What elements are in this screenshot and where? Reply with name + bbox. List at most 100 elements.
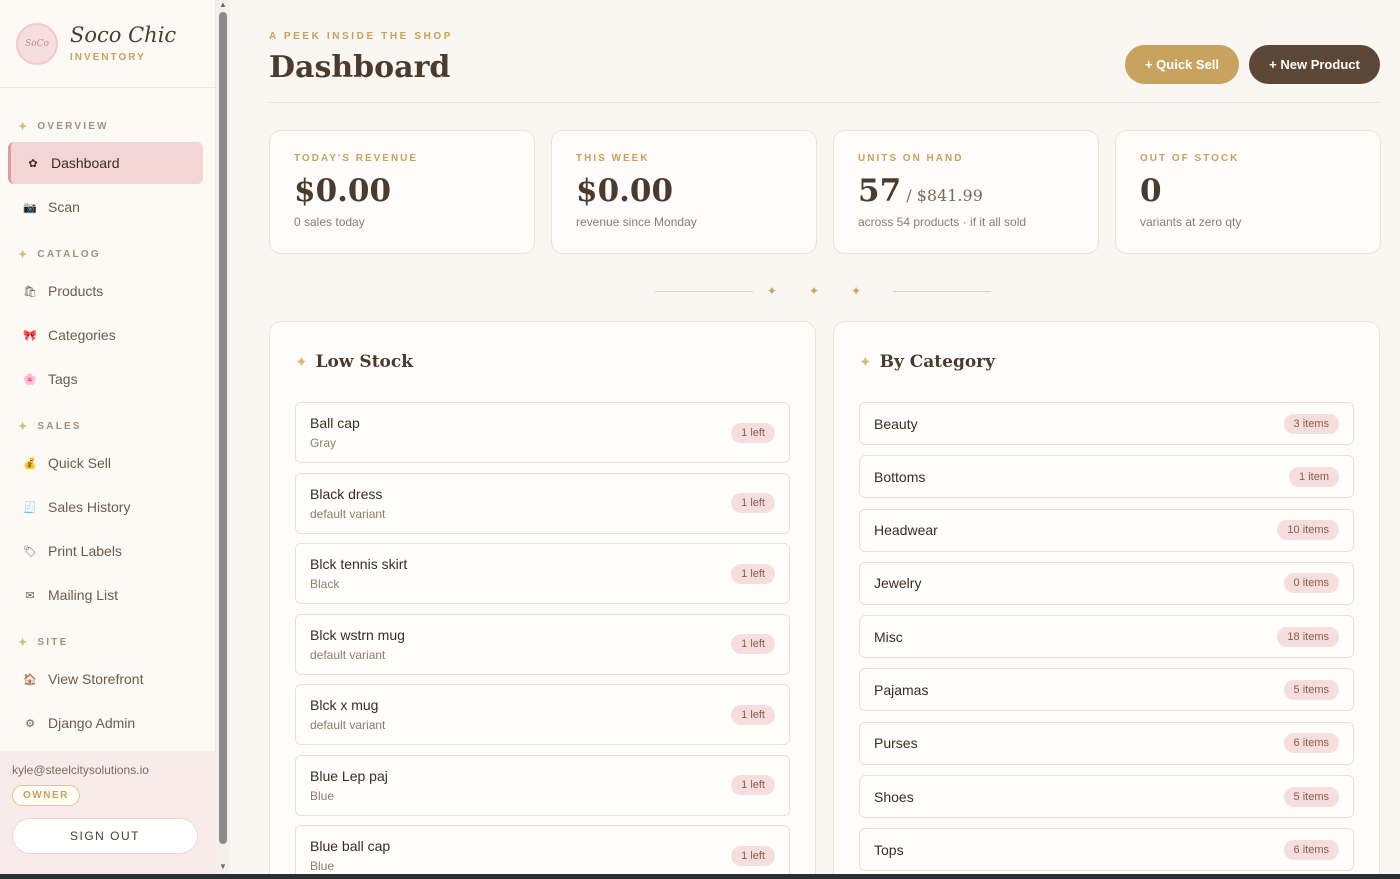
stat-value-extra: / $841.99	[901, 186, 983, 205]
stat-value: $0.00	[576, 176, 792, 207]
qty-badge: 1 left	[731, 422, 775, 443]
variant-name: Black	[310, 577, 340, 591]
stat-card: UNITS ON HAND 57 / $841.99 across 54 produ…	[833, 130, 1099, 254]
products-icon: 🛍	[23, 285, 37, 298]
list-item[interactable]: Blck tennis skirt Black 1 left	[295, 543, 790, 604]
new-product-button[interactable]: + New Product	[1249, 45, 1380, 84]
sidebar-item-label: Print Labels	[48, 543, 122, 559]
nav-section-title: SALES	[37, 420, 82, 432]
category-name: Beauty	[874, 415, 918, 432]
variant-name: Blue	[310, 859, 335, 873]
nav-gap	[0, 230, 215, 244]
sidebar-item-dashboard[interactable]: ✿ Dashboard	[8, 142, 203, 184]
nav-gap	[0, 402, 215, 416]
variant-name: Gray	[310, 436, 337, 450]
sidebar-item-tags[interactable]: 🌸 Tags	[8, 358, 203, 400]
list-item[interactable]: Blue Lep paj Blue 1 left	[295, 754, 790, 816]
sparkle-icon: ✦	[18, 420, 30, 433]
stat-card: OUT OF STOCK 0 variants at zero qty	[1115, 130, 1381, 254]
sidebar-item-print-labels[interactable]: 🏷 Print Labels	[8, 530, 203, 572]
count-badge: 6 items	[1283, 839, 1339, 860]
list-item[interactable]: Purses 6 items	[859, 721, 1354, 765]
count-badge: 5 items	[1283, 679, 1339, 700]
category-name: Headwear	[874, 522, 938, 539]
product-name: Blck tennis skirt	[310, 556, 408, 572]
product-name: Blck x mug	[310, 697, 379, 713]
qty-badge: 1 left	[731, 493, 775, 513]
count-badge: 6 items	[1283, 733, 1339, 754]
sidebar-item-categories[interactable]: 🎀 Categories	[8, 314, 203, 356]
count-badge: 0 items	[1283, 573, 1339, 594]
stat-subtext: 0 sales today	[294, 215, 365, 229]
envelope-icon: ✉	[25, 589, 35, 602]
stat-label: TODAY'S REVENUE	[294, 153, 419, 164]
sidebar-item-label: Tags	[48, 371, 78, 387]
list-item[interactable]: Jewelry 0 items	[859, 561, 1354, 605]
list-item[interactable]: Ball cap Gray 1 left	[295, 402, 790, 463]
sidebar-item-label: Sales History	[48, 499, 131, 515]
stat-value: $0.00	[294, 176, 510, 207]
sidebar-item-label: View Storefront	[48, 671, 144, 687]
sidebar-item-view-storefront[interactable]: 🏠 View Storefront	[8, 658, 203, 700]
scroll-up-arrow-icon[interactable]: ▲	[218, 0, 228, 9]
list-item[interactable]: Tops 6 items	[859, 828, 1354, 872]
qty-badge: 1 left	[731, 845, 775, 866]
variant-name: Blue	[310, 788, 335, 803]
sidebar-item-scan[interactable]: 📷 Scan	[8, 186, 203, 228]
list-item[interactable]: Beauty 3 items	[859, 402, 1354, 445]
list-item[interactable]: Headwear 10 items	[859, 508, 1354, 552]
list-item[interactable]: Bottoms 1 item	[859, 455, 1354, 499]
user-panel: kyle@steelcitysolutions.io OWNER SIGN OU…	[0, 751, 216, 879]
money-bag-icon: 💰	[23, 457, 37, 470]
ornament-divider: ✦✦✦	[655, 284, 991, 298]
sidebar-item-django-admin[interactable]: ⚙ Django Admin	[8, 702, 203, 744]
list-item[interactable]: Blck x mug default variant 1 left	[295, 684, 790, 745]
list-item[interactable]: Pajamas 5 items	[859, 668, 1354, 712]
sidebar-item-products[interactable]: 🛍 Products	[8, 270, 203, 312]
sparkle-icon: ✦✦✦	[766, 284, 894, 298]
sidebar-item-label: Mailing List	[48, 587, 119, 603]
stat-label: UNITS ON HAND	[858, 153, 964, 164]
stat-subtext: variants at zero qty	[1140, 215, 1242, 229]
sidebar-item-sales-history[interactable]: 🧾 Sales History	[8, 486, 203, 528]
category-list: Beauty 3 items Bottoms 1 item Headwear 10 ite…	[859, 402, 1354, 872]
list-item[interactable]: Blck wstrn mug default variant 1 left	[295, 613, 790, 675]
scroll-down-arrow-icon[interactable]: ▼	[218, 862, 228, 871]
category-name: Purses	[874, 735, 918, 752]
sparkle-icon: ✦	[18, 120, 30, 133]
category-name: Tops	[874, 841, 904, 858]
sidebar-item-mailing-list[interactable]: ✉ Mailing List	[8, 574, 203, 616]
brand[interactable]: SoCo Soco Chic INVENTORY	[0, 0, 215, 88]
low-stock-list: Ball cap Gray 1 left Black dress default var…	[295, 402, 790, 879]
divider-line	[893, 290, 991, 292]
sidebar-item-quick-sell[interactable]: 💰 Quick Sell	[8, 442, 203, 484]
list-item[interactable]: Black dress default variant 1 left	[295, 472, 790, 534]
quick-sell-button[interactable]: + Quick Sell	[1125, 45, 1239, 84]
list-item[interactable]: Shoes 5 items	[859, 775, 1354, 819]
stat-card: THIS WEEK $0.00 revenue since Monday	[551, 130, 817, 254]
label-icon: 🏷	[23, 545, 37, 558]
by-category-panel: ✦ By Category Beauty 3 items Bottoms 1 item…	[833, 321, 1380, 879]
list-item[interactable]: Misc 18 items	[859, 615, 1354, 659]
sidebar-scrollbar[interactable]: ▲ ▼	[216, 0, 230, 879]
category-name: Pajamas	[874, 681, 929, 698]
panel-title: ✦ Low Stock	[295, 322, 790, 402]
nav-section-title: CATALOG	[37, 248, 101, 260]
count-badge: 18 items	[1277, 626, 1339, 647]
sidebar-item-label: Scan	[48, 199, 80, 215]
sparkle-icon: ✦	[18, 636, 30, 649]
sidebar-item-label: Django Admin	[48, 715, 136, 731]
sidebar-item-label: Categories	[48, 327, 116, 343]
stats-row: TODAY'S REVENUE $0.00 0 sales today THIS WE…	[269, 130, 1381, 254]
brand-subtitle: INVENTORY	[70, 51, 146, 63]
sidebar-item-label: Dashboard	[51, 155, 120, 171]
nav-section-title: SITE	[37, 636, 69, 648]
scroll-thumb[interactable]	[219, 12, 227, 844]
sign-out-button[interactable]: SIGN OUT	[12, 818, 198, 854]
sparkle-icon: ✦	[859, 353, 872, 371]
list-item[interactable]: Blue ball cap Blue 1 left	[295, 825, 790, 879]
low-stock-panel: ✦ Low Stock Ball cap Gray 1 left Black dres…	[269, 321, 816, 879]
ribbon-icon: 🎀	[23, 329, 37, 342]
sidebar: SoCo Soco Chic INVENTORY ✦ OVERVIEW ✿ Dashb…	[0, 0, 216, 879]
receipt-icon: 🧾	[23, 501, 37, 514]
